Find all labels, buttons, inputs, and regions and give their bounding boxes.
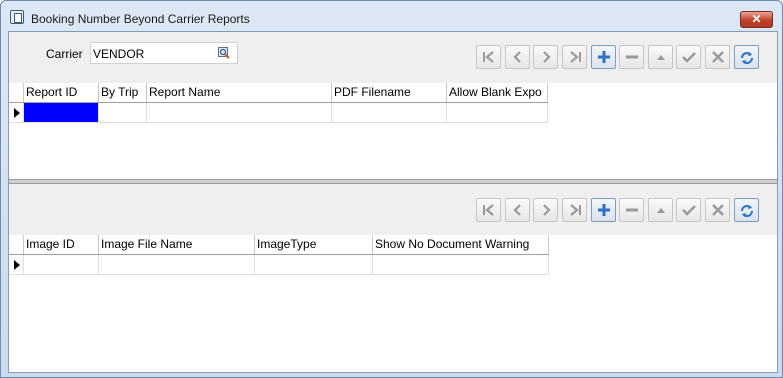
row-indicator-header xyxy=(9,83,24,102)
app-window: Booking Number Beyond Carrier Reports ✕ … xyxy=(0,0,783,378)
carrier-panel: Carrier VENDOR xyxy=(9,32,777,83)
column-header-show-no-document-warning[interactable]: Show No Document Warning xyxy=(373,235,549,254)
cell-by-trip[interactable] xyxy=(99,103,147,123)
table-row[interactable] xyxy=(9,255,549,275)
edit-record-button[interactable] xyxy=(648,198,673,222)
images-panel xyxy=(9,184,777,235)
table-row[interactable] xyxy=(9,103,548,123)
cancel-edit-button[interactable] xyxy=(705,198,730,222)
images-toolbar xyxy=(476,198,762,222)
insert-record-button[interactable] xyxy=(591,198,616,222)
edit-record-button[interactable] xyxy=(648,45,673,69)
refresh-button[interactable] xyxy=(734,45,759,69)
column-header-pdf-filename[interactable]: PDF Filename xyxy=(332,83,447,102)
row-indicator xyxy=(9,255,24,275)
row-indicator-header xyxy=(9,235,24,254)
column-header-image-id[interactable]: Image ID xyxy=(24,235,99,254)
column-header-image-file-name[interactable]: Image File Name xyxy=(99,235,255,254)
refresh-button[interactable] xyxy=(734,198,759,222)
carrier-label: Carrier xyxy=(46,47,83,61)
window-title: Booking Number Beyond Carrier Reports xyxy=(31,12,250,26)
app-icon xyxy=(10,10,24,24)
cell-image-file-name[interactable] xyxy=(99,255,255,275)
prior-record-button[interactable] xyxy=(505,198,530,222)
delete-record-button[interactable] xyxy=(619,198,644,222)
last-record-button[interactable] xyxy=(562,45,587,69)
current-row-arrow-icon xyxy=(14,108,20,118)
current-row-arrow-icon xyxy=(14,260,20,270)
post-edit-button[interactable] xyxy=(676,45,701,69)
title-bar: Booking Number Beyond Carrier Reports ✕ xyxy=(1,1,782,31)
carrier-value: VENDOR xyxy=(93,47,145,61)
cancel-edit-button[interactable] xyxy=(705,45,730,69)
cell-pdf-filename[interactable] xyxy=(332,103,447,123)
column-header-image-type[interactable]: ImageType xyxy=(255,235,373,254)
cell-report-id[interactable] xyxy=(24,103,99,123)
cell-show-no-document-warning[interactable] xyxy=(373,255,549,275)
last-record-button[interactable] xyxy=(562,198,587,222)
lookup-icon[interactable] xyxy=(218,47,230,59)
prior-record-button[interactable] xyxy=(505,45,530,69)
row-indicator xyxy=(9,103,24,123)
first-record-button[interactable] xyxy=(476,45,501,69)
next-record-button[interactable] xyxy=(533,45,558,69)
reports-grid-header: Report ID By Trip Report Name PDF Filena… xyxy=(9,83,548,103)
column-header-allow-blank-export[interactable]: Allow Blank Expo xyxy=(447,83,548,102)
images-grid: Image ID Image File Name ImageType Show … xyxy=(9,235,777,372)
close-button[interactable]: ✕ xyxy=(740,11,773,28)
cell-image-id[interactable] xyxy=(24,255,99,275)
images-grid-header: Image ID Image File Name ImageType Show … xyxy=(9,235,549,255)
reports-toolbar xyxy=(476,45,762,69)
column-header-report-id[interactable]: Report ID xyxy=(24,83,99,102)
carrier-field[interactable]: VENDOR xyxy=(90,42,238,64)
post-edit-button[interactable] xyxy=(676,198,701,222)
delete-record-button[interactable] xyxy=(619,45,644,69)
cell-image-type[interactable] xyxy=(255,255,373,275)
column-header-report-name[interactable]: Report Name xyxy=(147,83,332,102)
first-record-button[interactable] xyxy=(476,198,501,222)
cell-allow-blank-export[interactable] xyxy=(447,103,548,123)
column-header-by-trip[interactable]: By Trip xyxy=(99,83,147,102)
insert-record-button[interactable] xyxy=(591,45,616,69)
cell-report-name[interactable] xyxy=(147,103,332,123)
client-area: Carrier VENDOR Report ID By Trip Report … xyxy=(8,31,778,373)
next-record-button[interactable] xyxy=(533,198,558,222)
reports-grid: Report ID By Trip Report Name PDF Filena… xyxy=(9,83,777,179)
